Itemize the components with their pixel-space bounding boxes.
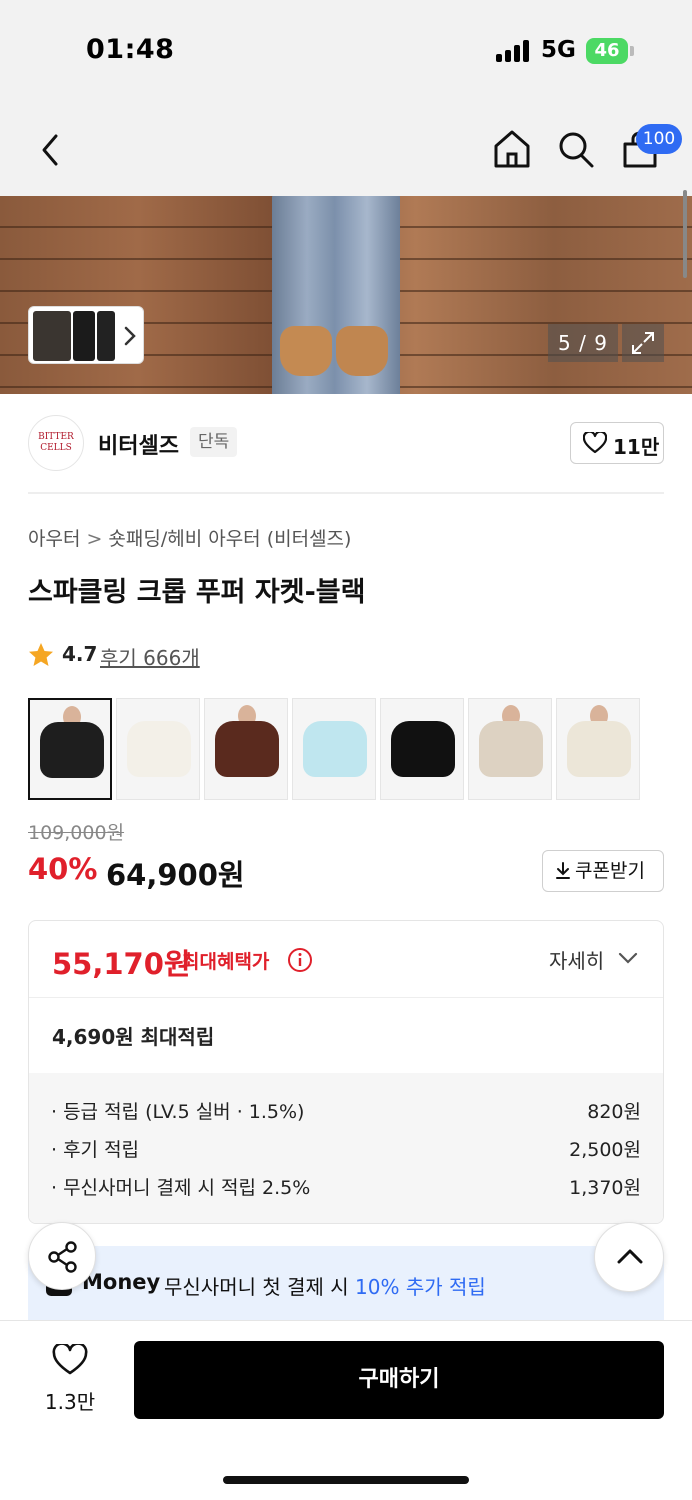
home-indicator xyxy=(223,1476,469,1484)
breadcrumb: 아우터 > 숏패딩/헤비 아우터 (비터셀즈) xyxy=(28,524,351,551)
brand-logo-text: BITTER xyxy=(38,432,74,442)
swatch-garment xyxy=(479,721,543,777)
points-row-value: 2,500원 xyxy=(569,1139,641,1161)
gallery-thumbnail-strip[interactable] xyxy=(28,306,144,364)
points-row-label: · 무신사머니 결제 시 적립 2.5% xyxy=(51,1177,311,1199)
battery-icon: 46 xyxy=(586,38,628,64)
brand-name-link[interactable]: 비터셀즈 xyxy=(98,428,179,460)
rating-score: 4.7 xyxy=(62,642,98,666)
status-time: 01:48 xyxy=(86,34,175,65)
original-price: 109,000원 xyxy=(28,822,125,844)
review-count-link[interactable]: 후기 666개 xyxy=(100,642,200,671)
product-photo-boot-left xyxy=(280,326,332,376)
chevron-up-icon xyxy=(617,1249,643,1264)
buy-button[interactable]: 구매하기 xyxy=(134,1341,664,1419)
signal-icon xyxy=(496,40,532,62)
home-button[interactable] xyxy=(492,128,532,170)
chevron-down-icon[interactable] xyxy=(618,951,638,965)
divider xyxy=(29,997,663,998)
swatch-garment xyxy=(127,721,191,777)
brand-logo[interactable]: BITTER CELLS xyxy=(28,415,84,471)
thumbnail-image xyxy=(97,311,115,361)
breadcrumb-item-category[interactable]: 숏패딩/헤비 아우터 (비터셀즈) xyxy=(108,528,351,550)
max-benefit-panel: 55,170원 최대혜택가 자세히 4,690원 최대적립 · 등급 적립 (L… xyxy=(28,920,664,1224)
points-row-label: · 후기 적립 xyxy=(51,1139,140,1161)
breadcrumb-item-outer[interactable]: 아우터 xyxy=(28,528,80,550)
discount-rate: 40% xyxy=(28,852,98,886)
gallery-page-indicator: 5 / 9 xyxy=(548,324,618,362)
color-option[interactable] xyxy=(292,698,376,800)
expand-icon xyxy=(632,332,654,354)
brand-logo-text: CELLS xyxy=(40,443,72,453)
points-breakdown: · 등급 적립 (LV.5 실버 · 1.5%) 820원 · 후기 적립 2,… xyxy=(29,1073,663,1223)
chevron-right-icon xyxy=(124,326,136,346)
max-benefit-price: 55,170원 xyxy=(52,947,191,981)
swatch-garment xyxy=(567,721,631,777)
coupon-download-button[interactable]: 쿠폰받기 xyxy=(542,850,664,892)
points-row: · 무신사머니 결제 시 적립 2.5% 1,370원 xyxy=(51,1173,641,1203)
color-option[interactable] xyxy=(28,698,112,800)
brand-like-button[interactable]: 11만 xyxy=(570,422,664,464)
points-row-value: 1,370원 xyxy=(569,1177,641,1199)
product-title: 스파클링 크롭 푸퍼 자켓-블랙 xyxy=(28,577,366,608)
color-option-list xyxy=(28,698,648,802)
share-button[interactable] xyxy=(28,1222,96,1290)
breadcrumb-separator: > xyxy=(86,528,103,550)
status-bar: 01:48 5G 46 xyxy=(0,0,692,100)
musinsa-money-banner[interactable]: Money 무신사머니 첫 결제 시 10% 추가 적립 xyxy=(28,1246,664,1320)
brand-like-count: 11만 xyxy=(613,435,660,459)
cart-count-badge: 100 xyxy=(636,124,682,154)
swatch-garment xyxy=(303,721,367,777)
max-points-summary: 4,690원 최대적립 xyxy=(52,1025,215,1049)
benefit-detail-toggle[interactable]: 자세히 xyxy=(549,945,604,974)
points-row: · 등급 적립 (LV.5 실버 · 1.5%) 820원 xyxy=(51,1097,641,1127)
search-icon xyxy=(559,132,594,168)
color-option[interactable] xyxy=(380,698,464,800)
money-banner-highlight: 10% 추가 적립 xyxy=(355,1275,486,1299)
color-option[interactable] xyxy=(204,698,288,800)
scroll-to-top-button[interactable] xyxy=(594,1222,664,1292)
money-brand: Money xyxy=(82,1270,161,1294)
wishlist-count: 1.3만 xyxy=(44,1390,96,1414)
color-option[interactable] xyxy=(116,698,200,800)
expand-gallery-button[interactable] xyxy=(622,324,664,362)
product-photo-boot-right xyxy=(336,326,388,376)
money-banner-copy: 무신사머니 첫 결제 시 xyxy=(164,1275,356,1299)
product-image-gallery[interactable] xyxy=(0,196,692,394)
color-option[interactable] xyxy=(556,698,640,800)
battery-tip xyxy=(630,46,634,56)
divider xyxy=(28,492,664,494)
coupon-label: 쿠폰받기 xyxy=(575,860,645,882)
color-option[interactable] xyxy=(468,698,552,800)
info-icon[interactable] xyxy=(287,947,313,973)
download-icon xyxy=(556,862,570,879)
thumbnail-image xyxy=(33,311,71,361)
swatch-garment xyxy=(391,721,455,777)
points-row: · 후기 적립 2,500원 xyxy=(51,1135,641,1165)
home-icon xyxy=(494,130,530,168)
wishlist-button[interactable]: 1.3만 xyxy=(30,1340,110,1420)
scrollbar[interactable] xyxy=(683,190,687,278)
exclusive-badge: 단독 xyxy=(190,427,238,457)
money-banner-text: 무신사머니 첫 결제 시 10% 추가 적립 xyxy=(164,1271,486,1300)
thumbnail-image xyxy=(73,311,95,361)
points-row-label: · 등급 적립 (LV.5 실버 · 1.5%) xyxy=(51,1101,305,1123)
search-button[interactable] xyxy=(556,128,596,170)
network-label: 5G xyxy=(541,37,576,63)
swatch-garment xyxy=(40,722,104,778)
heart-icon xyxy=(583,432,607,454)
chevron-left-icon xyxy=(42,134,58,166)
swatch-garment xyxy=(215,721,279,777)
heart-icon xyxy=(52,1344,88,1375)
points-row-value: 820원 xyxy=(587,1101,641,1123)
star-icon xyxy=(29,643,53,666)
share-icon xyxy=(48,1241,77,1273)
back-button[interactable] xyxy=(36,130,66,170)
max-benefit-label: 최대혜택가 xyxy=(182,951,270,973)
sale-price: 64,900원 xyxy=(106,858,245,892)
